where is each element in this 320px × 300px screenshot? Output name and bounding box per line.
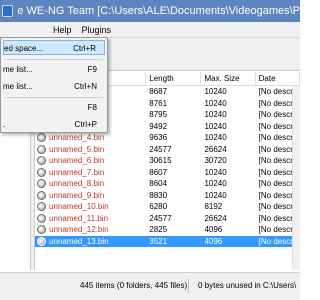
length-cell: 2825: [149, 225, 168, 234]
menu-plugins[interactable]: Plugins: [77, 22, 117, 38]
status-unused-space: 0 bytes unused in C:\Users\: [198, 281, 297, 290]
file-name-cell: unnamed_9.bin: [35, 190, 146, 202]
table-row[interactable]: unnamed_7.bin 8607 10240 [No descri: [35, 167, 300, 179]
file-name-cell: unnamed_13.bin: [35, 236, 146, 248]
file-icon: [37, 190, 46, 200]
menu-item-label: me list...: [3, 82, 33, 91]
file-icon: [37, 202, 46, 212]
window-title: e WE-NG Team [C:\Users\ALE\Documents\Vid…: [17, 5, 300, 17]
max-size-cell: 10240: [204, 133, 227, 142]
vertical-scrollbar[interactable]: [292, 86, 300, 270]
file-name-cell: unnamed_12.bin: [35, 224, 146, 236]
max-size-cell: 4096: [204, 225, 223, 234]
file-name-cell: unnamed_8.bin: [35, 178, 146, 190]
menu-item-shortcut: Ctrl+N: [74, 82, 97, 91]
menu-separator: [5, 59, 103, 60]
max-size-cell: 10240: [204, 98, 227, 108]
table-row[interactable]: unnamed_5.bin 24577 26624 [No descri: [35, 144, 300, 156]
max-size-cell: 10240: [204, 87, 227, 96]
column-date[interactable]: Date: [256, 72, 300, 85]
length-cell: 8604: [149, 179, 168, 188]
menu-item-label: ed space...: [4, 44, 44, 53]
length-cell: 24577: [149, 144, 172, 154]
max-size-cell: 8192: [204, 202, 223, 211]
file-name-cell: unnamed_10.bin: [35, 201, 146, 213]
status-item-count: 445 items (0 folders, 445 files): [80, 281, 188, 290]
length-cell: 8687: [149, 87, 168, 96]
length-cell: 8830: [149, 190, 168, 200]
dropdown-menu: ed space... Ctrl+R me list... F9 me list…: [0, 37, 108, 133]
table-row[interactable]: unnamed_4.bin 9636 10240 [No descri: [35, 132, 300, 144]
length-cell: 3521: [149, 236, 168, 246]
menu-item-shortcut: Ctrl+P: [74, 120, 97, 129]
table-row[interactable]: unnamed_11.bin 24577 26624 [No descri: [35, 213, 300, 225]
length-cell: 9492: [149, 121, 168, 131]
table-row[interactable]: unnamed_6.bin 30615 30720 [No descri: [35, 155, 300, 167]
file-name: unnamed_10.bin: [49, 202, 109, 211]
menu-item-ctrl-p[interactable]: . Ctrl+P: [3, 117, 105, 132]
app-icon: [2, 5, 14, 17]
menu-help[interactable]: Help: [48, 22, 77, 38]
file-name-cell: unnamed_11.bin: [35, 213, 146, 225]
max-size-cell: 4096: [204, 236, 223, 246]
file-name: unnamed_7.bin: [49, 167, 105, 177]
menu-bar: Help Plugins: [0, 22, 300, 38]
table-row[interactable]: unnamed_13.bin 3521 4096 [No descri: [35, 235, 300, 248]
file-name: unnamed_5.bin: [49, 144, 105, 154]
menu-item-label: me list...: [3, 65, 33, 74]
title-bar[interactable]: e WE-NG Team [C:\Users\ALE\Documents\Vid…: [0, 0, 300, 22]
file-name-cell: unnamed_7.bin: [35, 167, 146, 179]
menu-item-f8[interactable]: F8: [3, 100, 105, 115]
status-separator: [188, 279, 189, 293]
menu-item-shortcut: Ctrl+R: [73, 44, 96, 53]
max-size-cell: 30720: [204, 156, 227, 165]
length-cell: 30615: [149, 156, 172, 165]
max-size-cell: 10240: [204, 190, 227, 200]
file-icon: [37, 167, 46, 177]
file-icon: [37, 156, 46, 166]
max-size-cell: 10240: [204, 167, 227, 177]
status-bar: 445 items (0 folders, 445 files) 0 bytes…: [0, 272, 300, 300]
table-row[interactable]: unnamed_12.bin 2825 4096 [No descri: [35, 224, 300, 236]
file-name: unnamed_12.bin: [49, 225, 109, 234]
max-size-cell: 10240: [204, 179, 227, 188]
length-cell: 9636: [149, 133, 168, 142]
column-max-size[interactable]: Max. Size: [201, 72, 256, 85]
menu-separator: [5, 97, 103, 98]
file-icon: [37, 213, 46, 223]
max-size-cell: 26624: [204, 213, 227, 223]
menu-item-new-name-list[interactable]: me list... Ctrl+N: [3, 79, 105, 94]
table-row[interactable]: unnamed_10.bin 6280 8192 [No descri: [35, 201, 300, 213]
table-row[interactable]: unnamed_9.bin 8830 10240 [No descri: [35, 190, 300, 202]
file-icon: [37, 225, 46, 235]
file-name-cell: unnamed_4.bin: [35, 132, 146, 144]
length-cell: 24577: [149, 213, 172, 223]
file-icon: [37, 179, 46, 189]
length-cell: 8795: [149, 110, 168, 119]
file-name: unnamed_6.bin: [49, 156, 105, 165]
length-cell: 8607: [149, 167, 168, 177]
menu-item-shortcut: F9: [87, 65, 97, 74]
length-cell: 6280: [149, 202, 168, 211]
column-length[interactable]: Length: [146, 72, 202, 85]
menu-item-shortcut: F8: [87, 103, 97, 112]
menu-item-unused-space[interactable]: ed space... Ctrl+R: [3, 40, 105, 55]
menu-item-label: .: [3, 120, 6, 129]
max-size-cell: 10240: [204, 110, 227, 119]
file-icon: [37, 144, 46, 154]
file-name: unnamed_8.bin: [49, 179, 105, 188]
max-size-cell: 26624: [204, 144, 227, 154]
file-name: unnamed_13.bin: [49, 236, 109, 246]
menu-item-name-list[interactable]: me list... F9: [3, 62, 105, 77]
file-name: unnamed_11.bin: [49, 213, 109, 223]
length-cell: 8761: [149, 98, 168, 108]
file-name-cell: unnamed_6.bin: [35, 155, 146, 167]
file-name: unnamed_9.bin: [49, 190, 105, 200]
max-size-cell: 10240: [204, 121, 227, 131]
file-name-cell: unnamed_5.bin: [35, 144, 146, 156]
table-row[interactable]: unnamed_8.bin 8604 10240 [No descri: [35, 178, 300, 190]
file-icon: [37, 133, 46, 143]
file-icon: [37, 236, 46, 246]
file-name: unnamed_4.bin: [49, 133, 105, 142]
